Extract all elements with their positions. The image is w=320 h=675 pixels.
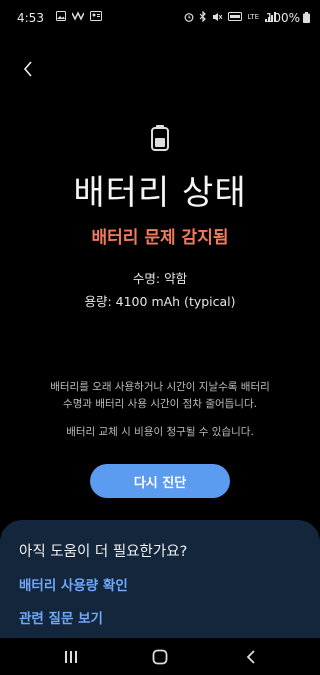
description-line-2: 수명과 배터리 사용 시간이 점차 줄어듭니다.: [63, 398, 257, 410]
rediagnose-button[interactable]: 다시 진단: [90, 464, 230, 498]
notification-icons: [56, 11, 102, 21]
help-card: 아직 도움이 더 필요한가요? 배터리 사용량 확인 관련 질문 보기: [0, 520, 320, 638]
status-bar: 4:53 LTE 100%: [0, 0, 320, 36]
recents-button[interactable]: [59, 646, 83, 668]
battery-percent: 100%: [265, 11, 300, 25]
volte-icon: [228, 12, 243, 21]
related-questions-link[interactable]: 관련 질문 보기: [19, 607, 103, 627]
bluetooth-icon: [199, 11, 207, 22]
nav-back-icon: [246, 650, 255, 664]
wave-notification-icon: [72, 11, 84, 21]
mute-icon: [213, 12, 223, 21]
recents-icon: [65, 651, 77, 663]
back-arrow-icon: [23, 61, 32, 77]
alarm-icon: [184, 12, 194, 22]
battery-usage-link[interactable]: 배터리 사용량 확인: [19, 574, 128, 594]
battery-icon: [151, 125, 169, 151]
description-line-1: 배터리를 오래 사용하거나 시간이 지날수록 배터리: [50, 381, 270, 393]
navigation-bar: [0, 638, 320, 675]
page-title: 배터리 상태: [73, 173, 247, 213]
problem-status: 배터리 문제 감지됨: [91, 228, 229, 248]
home-icon: [152, 649, 168, 665]
person-notification-icon: [90, 11, 102, 21]
gallery-notification-icon: [56, 11, 66, 21]
network-type: LTE: [247, 12, 259, 21]
home-button[interactable]: [148, 646, 172, 668]
nav-back-button[interactable]: [239, 646, 263, 668]
status-time: 4:53: [17, 11, 44, 25]
back-button[interactable]: [16, 57, 40, 81]
help-title: 아직 도움이 더 필요한가요?: [19, 544, 188, 560]
system-status-icons: LTE: [184, 11, 276, 22]
cost-notice: 배터리 교체 시 비용이 청구될 수 있습니다.: [66, 426, 254, 438]
capacity-text: 용량: 4100 mAh (typical): [84, 294, 236, 309]
lifespan-text: 수명: 약함: [132, 271, 188, 286]
status-battery-icon: [303, 12, 310, 23]
